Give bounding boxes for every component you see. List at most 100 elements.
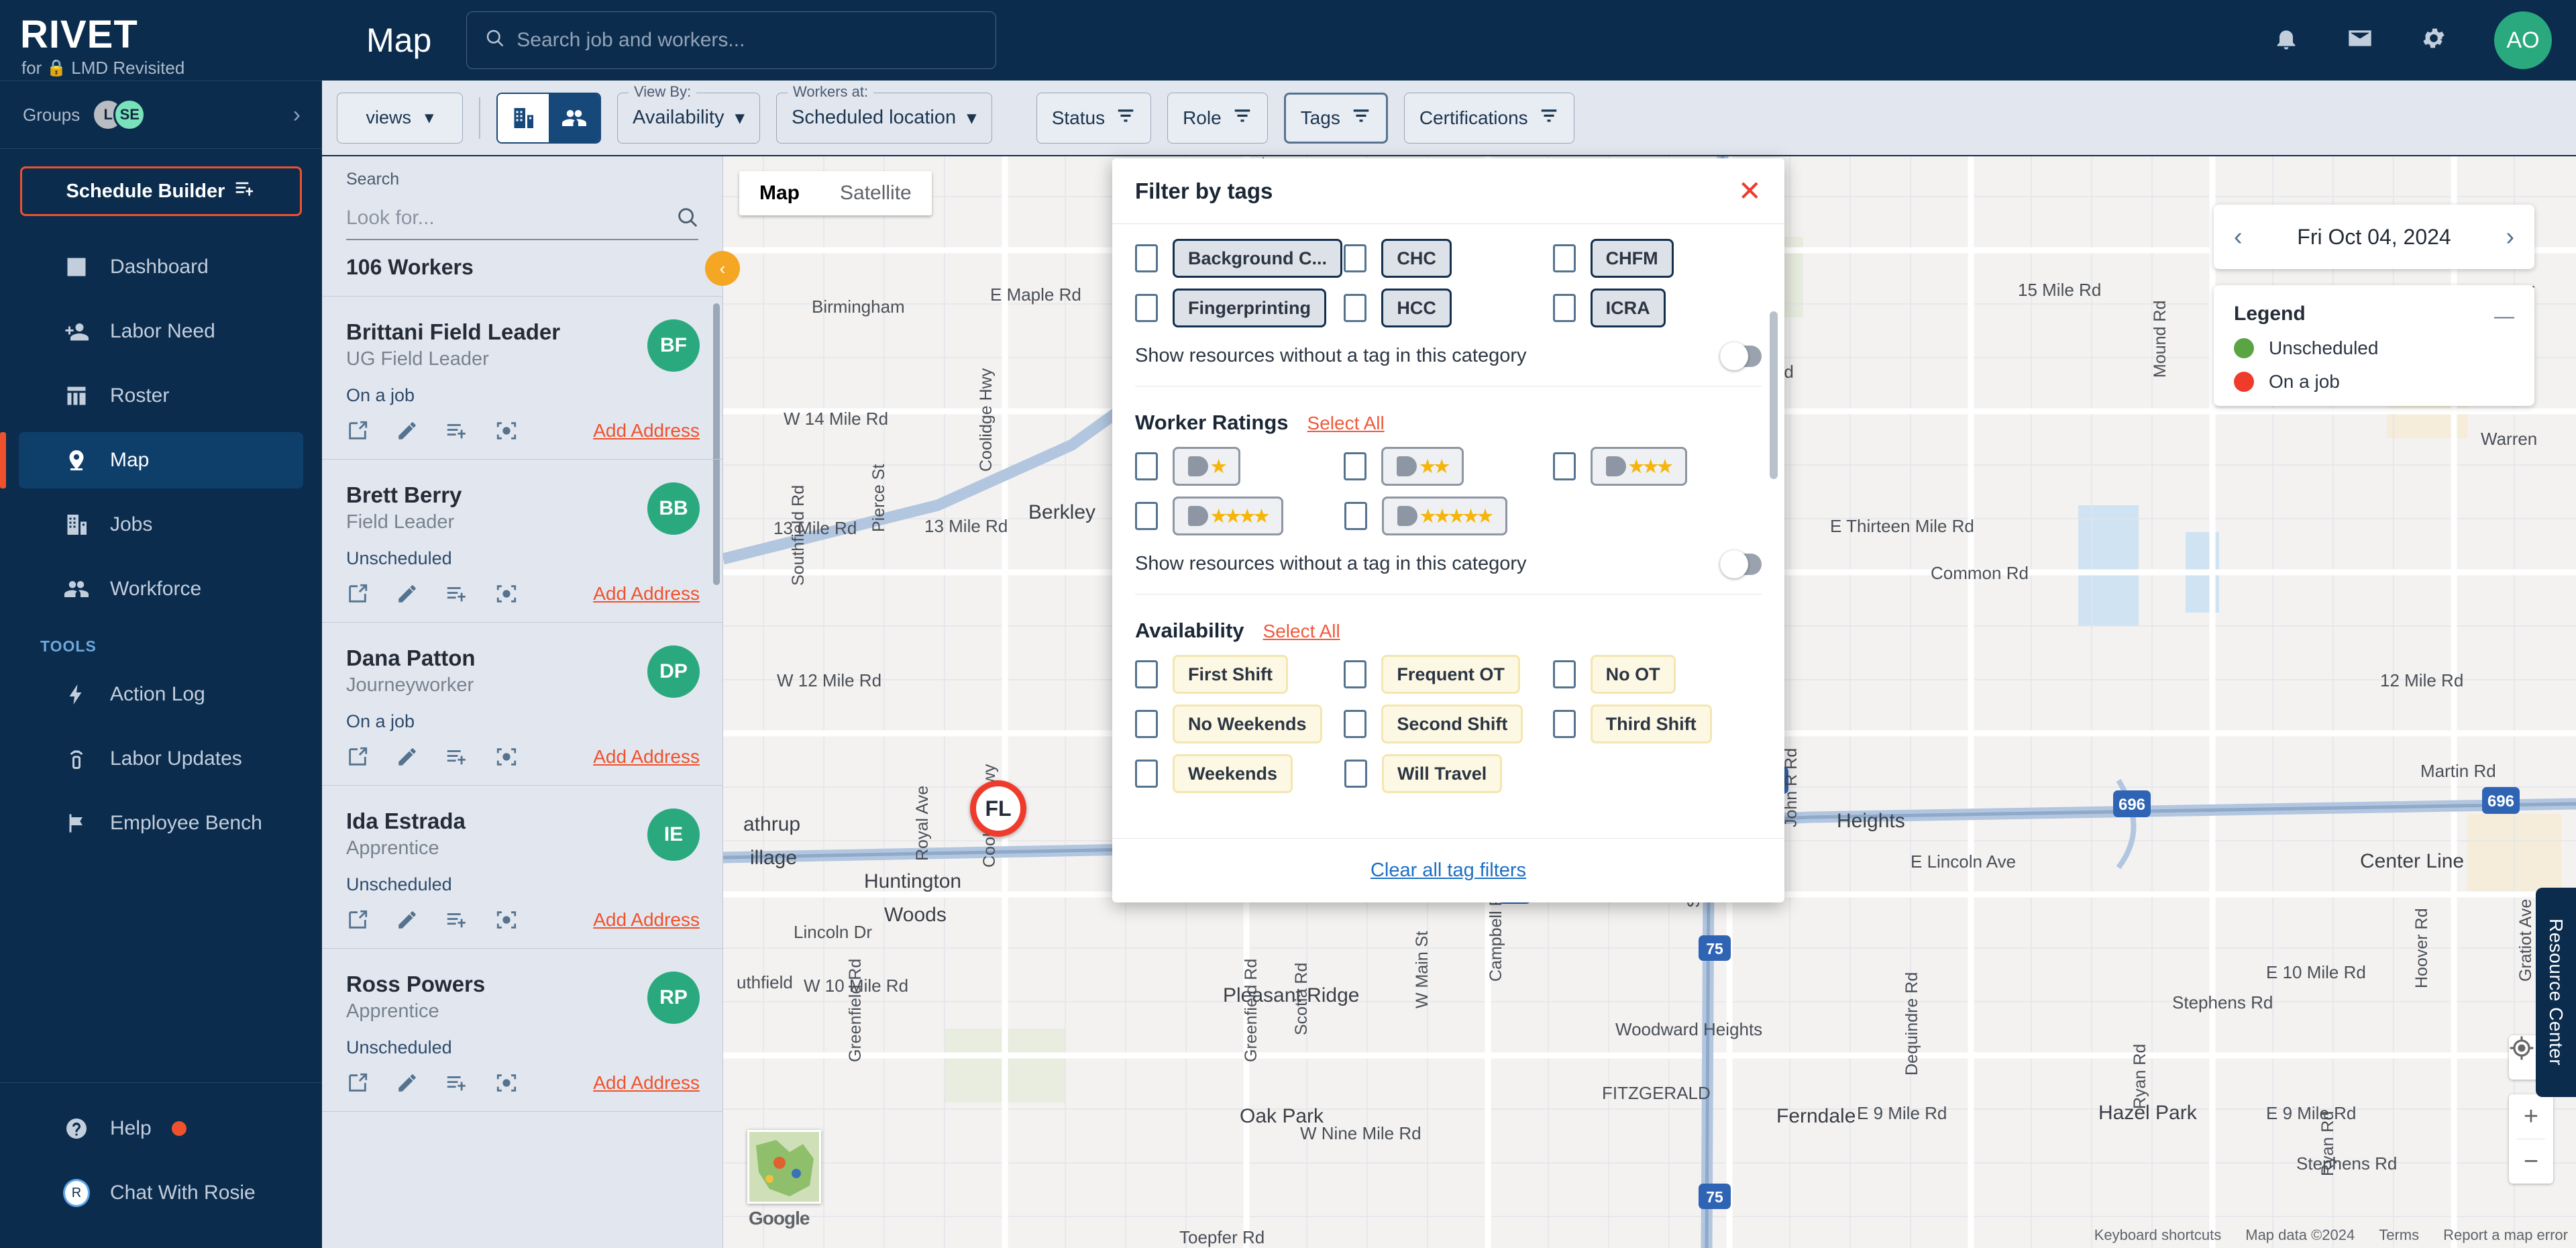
tag-checkbox[interactable]	[1344, 244, 1367, 272]
tag-checkbox[interactable]	[1552, 660, 1576, 688]
worker-card[interactable]: Ross Powers Apprentice Unscheduled RP Add Ad…	[322, 949, 722, 1112]
tag-checkbox[interactable]	[1552, 294, 1576, 322]
tag-filter-body[interactable]: Background C... CHC CHFM Fingerprinting HCC I…	[1112, 224, 1784, 838]
sidebar-item-map[interactable]: Map	[0, 432, 303, 488]
clear-all-tag-filters-link[interactable]: Clear all tag filters	[1371, 860, 1526, 882]
sidebar-item-roster[interactable]: Roster	[19, 368, 303, 424]
open-external-icon[interactable]	[346, 419, 369, 448]
pencil-icon[interactable]	[396, 745, 419, 774]
tag-chip[interactable]: No OT	[1590, 655, 1676, 694]
show-without-tag-toggle[interactable]	[1720, 550, 1762, 578]
filter-button-certifications[interactable]: Certifications	[1403, 92, 1574, 144]
tag-checkbox[interactable]	[1135, 760, 1158, 788]
filter-button-status[interactable]: Status	[1036, 92, 1152, 144]
map-marker-fl[interactable]: FL	[970, 780, 1026, 837]
worker-search-input[interactable]: Look for...	[346, 197, 698, 240]
tag-chip[interactable]: HCC	[1381, 289, 1452, 327]
chevron-right-icon[interactable]: ›	[293, 102, 301, 128]
tag-chip[interactable]: Will Travel	[1382, 754, 1503, 793]
tag-checkbox[interactable]	[1344, 294, 1367, 322]
filter-button-tags[interactable]: Tags	[1283, 92, 1388, 144]
tag-checkbox[interactable]	[1552, 244, 1576, 272]
pencil-icon[interactable]	[396, 582, 419, 611]
mail-icon[interactable]	[2347, 25, 2373, 56]
tag-checkbox[interactable]	[1135, 244, 1158, 272]
tag-chip[interactable]: ICRA	[1590, 289, 1666, 327]
tag-chip[interactable]: ★★	[1381, 447, 1464, 486]
sidebar-item-workforce[interactable]: Workforce	[19, 561, 303, 617]
tag-checkbox[interactable]	[1344, 710, 1367, 738]
tag-chip[interactable]: Second Shift	[1381, 705, 1523, 743]
add-to-list-icon[interactable]	[445, 419, 468, 448]
add-address-link[interactable]: Add Address	[593, 746, 700, 768]
tag-checkbox[interactable]	[1135, 502, 1158, 530]
map-attribution-item[interactable]: Report a map error	[2443, 1227, 2568, 1244]
tag-checkbox[interactable]	[1135, 710, 1158, 738]
global-search[interactable]: Search job and workers...	[466, 11, 997, 69]
sidebar-item-jobs[interactable]: Jobs	[19, 497, 303, 553]
pencil-icon[interactable]	[396, 908, 419, 937]
tag-chip[interactable]: ★	[1173, 447, 1241, 486]
tag-chip[interactable]: ★★★★★	[1382, 497, 1507, 535]
add-to-list-icon[interactable]	[445, 908, 468, 937]
tag-chip[interactable]: Weekends	[1173, 754, 1293, 793]
tag-checkbox[interactable]	[1344, 660, 1367, 688]
groups-row[interactable]: Groups L SE ›	[0, 81, 322, 148]
workers-at-dropdown[interactable]: Workers at: Scheduled location ▾	[776, 83, 992, 144]
view-mode-workers-button[interactable]	[549, 93, 600, 142]
sidebar-item-labor-updates[interactable]: Labor Updates	[19, 731, 303, 787]
gear-icon[interactable]	[2420, 25, 2447, 56]
tag-checkbox[interactable]	[1135, 452, 1158, 480]
map-attribution-item[interactable]: Keyboard shortcuts	[2094, 1227, 2222, 1244]
open-external-icon[interactable]	[346, 745, 369, 774]
tag-chip[interactable]: ★★★★	[1173, 497, 1284, 535]
sidebar-item-help[interactable]: Help	[19, 1100, 303, 1157]
open-external-icon[interactable]	[346, 1072, 369, 1100]
tag-chip[interactable]: Fingerprinting	[1173, 289, 1326, 327]
tag-checkbox[interactable]	[1135, 294, 1158, 322]
map-attribution-item[interactable]: Terms	[2379, 1227, 2419, 1244]
bell-icon[interactable]	[2273, 25, 2300, 56]
map-thumbnail[interactable]	[747, 1130, 821, 1204]
sidebar-item-chat-with-rosie[interactable]: R Chat With Rosie	[19, 1165, 303, 1221]
map-attribution-item[interactable]: Map data ©2024	[2245, 1227, 2355, 1244]
worker-card[interactable]: Brett Berry Field Leader Unscheduled BB Add …	[322, 460, 722, 623]
view-mode-jobs-button[interactable]	[498, 93, 549, 142]
worker-card[interactable]: Brittani Field Leader UG Field Leader On a…	[322, 297, 722, 460]
locate-icon[interactable]	[495, 419, 518, 448]
chevron-right-icon[interactable]: ›	[2506, 223, 2514, 252]
add-address-link[interactable]: Add Address	[593, 1072, 700, 1094]
locate-icon[interactable]	[495, 745, 518, 774]
tag-checkbox[interactable]	[1552, 710, 1576, 738]
select-all-link[interactable]: Select All	[1263, 621, 1340, 642]
tag-chip[interactable]: Frequent OT	[1381, 655, 1520, 694]
sidebar-item-employee-bench[interactable]: Employee Bench	[19, 795, 303, 851]
minimize-icon[interactable]: —	[2494, 305, 2514, 328]
show-without-tag-toggle[interactable]	[1720, 342, 1762, 370]
map-type-satellite[interactable]: Satellite	[820, 171, 932, 215]
tag-chip[interactable]: First Shift	[1173, 655, 1288, 694]
tag-chip[interactable]: Background C...	[1173, 239, 1343, 278]
tag-chip[interactable]: No Weekends	[1173, 705, 1322, 743]
zoom-in-button[interactable]: +	[2509, 1094, 2553, 1139]
locate-icon[interactable]	[495, 1072, 518, 1100]
worker-card[interactable]: Dana Patton Journeyworker On a job DP Add Ad…	[322, 623, 722, 786]
select-all-link[interactable]: Select All	[1307, 413, 1385, 434]
add-address-link[interactable]: Add Address	[593, 583, 700, 605]
tag-filter-scrollbar[interactable]	[1770, 311, 1778, 479]
tag-chip[interactable]: CHFM	[1590, 239, 1674, 278]
tag-checkbox[interactable]	[1552, 452, 1576, 480]
schedule-builder-button[interactable]: Schedule Builder	[20, 166, 302, 216]
locate-icon[interactable]	[495, 908, 518, 937]
open-external-icon[interactable]	[346, 908, 369, 937]
chevron-left-icon[interactable]: ‹	[2234, 223, 2243, 252]
open-external-icon[interactable]	[346, 582, 369, 611]
sidebar-item-labor-need[interactable]: Labor Need	[19, 303, 303, 360]
add-to-list-icon[interactable]	[445, 582, 468, 611]
search-icon[interactable]	[676, 205, 698, 231]
worker-list[interactable]: Brittani Field Leader UG Field Leader On a…	[322, 297, 722, 1248]
map-type-map[interactable]: Map	[739, 171, 820, 215]
tag-checkbox[interactable]	[1344, 452, 1367, 480]
view-by-dropdown[interactable]: View By: Availability ▾	[617, 83, 761, 144]
tag-chip[interactable]: Third Shift	[1590, 705, 1712, 743]
